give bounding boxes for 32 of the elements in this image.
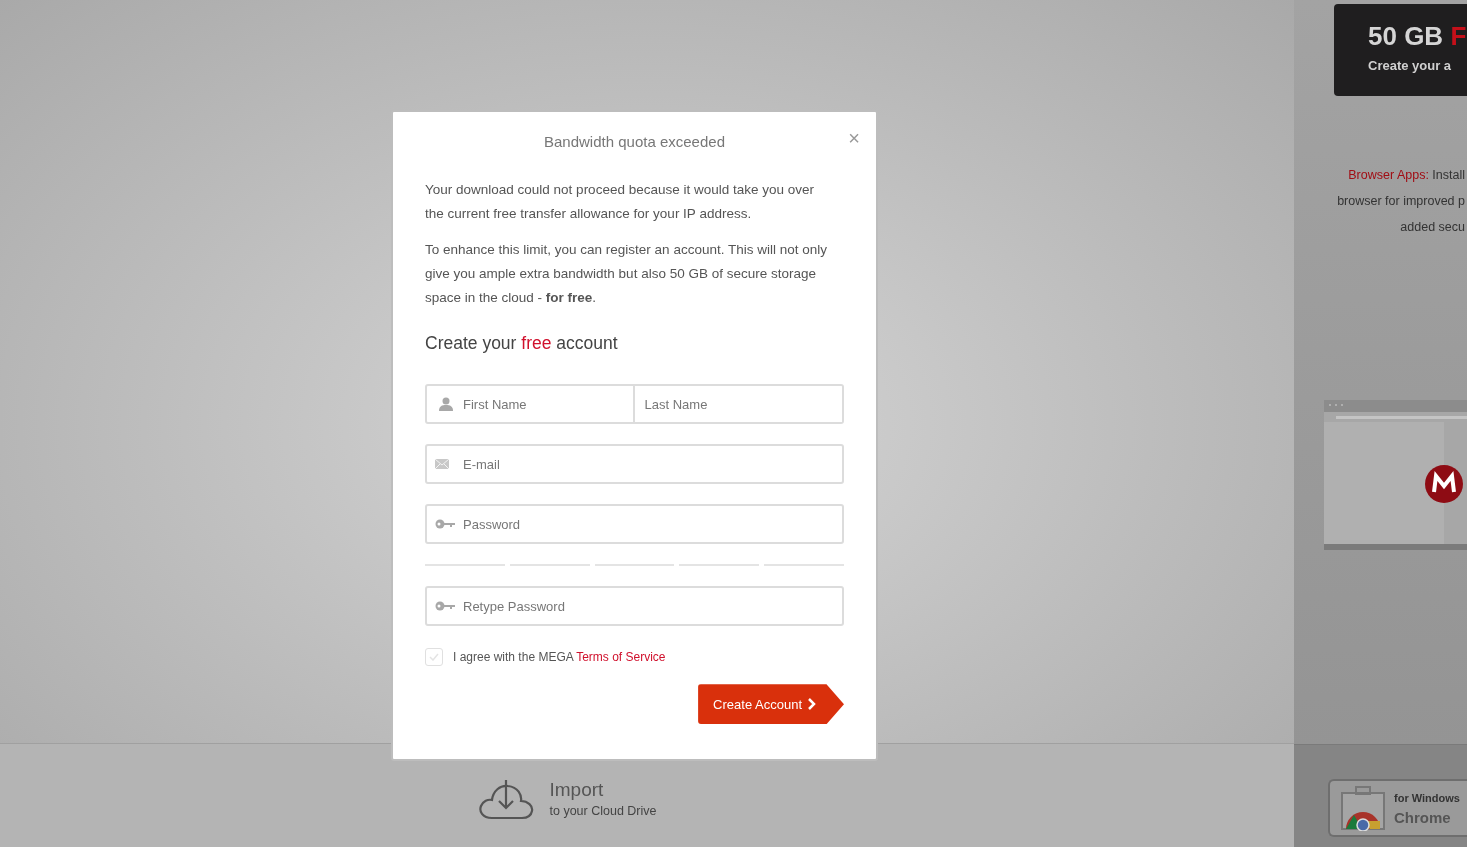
input-field[interactable]: Password — [425, 504, 844, 545]
agree-text: I agree with the MEGA Terms of Service — [453, 649, 666, 667]
cloud-download-icon — [477, 777, 534, 822]
store-bag-icon — [1340, 785, 1386, 831]
form-heading: Create your free account — [425, 332, 619, 355]
key-icon — [435, 519, 455, 530]
create-account-button[interactable]: Create Account — [698, 684, 844, 725]
name-input[interactable]: First Name — [425, 384, 635, 425]
browser-apps-text: browser for improved p — [1337, 193, 1465, 210]
user-icon — [439, 397, 453, 412]
dialog-title: Bandwidth quota exceeded — [544, 131, 725, 152]
browser-apps-text: added secu — [1400, 219, 1465, 236]
envelope-icon — [435, 459, 449, 470]
promo-title: 50 GB F — [1368, 20, 1467, 52]
dialog-paragraph: Your download could not proceed because it would take you over the current free transfer allowance for your IP address. — [425, 181, 815, 223]
name-input[interactable]: Last Name — [634, 384, 844, 425]
check-icon — [429, 653, 439, 662]
agree-checkbox[interactable] — [425, 648, 443, 667]
badge-title: Chrome — [1394, 808, 1452, 828]
import-subtitle: to your Cloud Drive — [549, 803, 657, 821]
promo-subtitle: Create your a — [1368, 57, 1453, 75]
dialog-paragraph: To enhance this limit, you can register an account. This will not only give you ample extra bandwidth but also 50 GB of secure storage space in the cloud - for free. — [425, 241, 828, 307]
input-field[interactable]: Retype Password — [425, 586, 844, 627]
browser-apps-text: Browser Apps: Install — [1348, 167, 1465, 184]
key-icon — [435, 601, 455, 612]
chrome-store-badge[interactable]: for Windows Chrome — [1328, 779, 1467, 837]
badge-platform: for Windows — [1394, 791, 1460, 806]
input-field[interactable]: E-mail — [425, 444, 844, 485]
chevron-icon — [808, 698, 816, 711]
terms-link[interactable]: Terms of Service — [576, 650, 666, 665]
import-title: Import — [549, 778, 605, 803]
close-button[interactable]: × — [848, 128, 860, 148]
